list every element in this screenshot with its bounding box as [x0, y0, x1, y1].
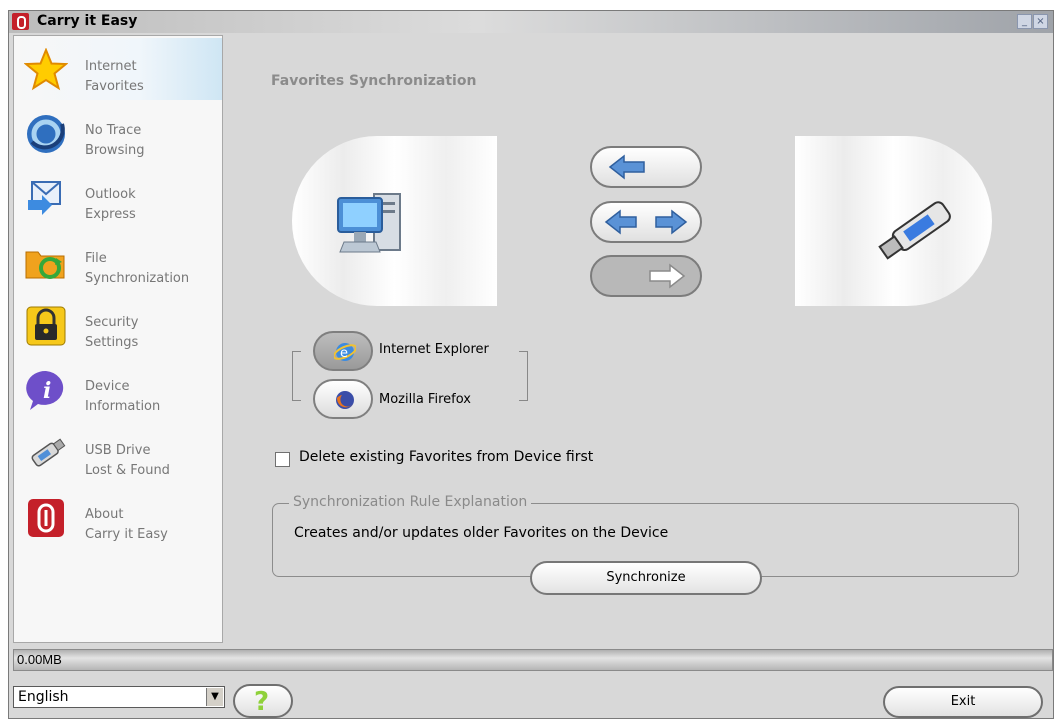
- sidebar-item-label: USB Drive Lost & Found: [85, 443, 170, 478]
- storage-progress-bar: 0.00MB: [13, 649, 1053, 671]
- info-icon: i: [26, 370, 64, 410]
- folder-sync-icon: [25, 251, 65, 279]
- sync-to-device-button[interactable]: [590, 255, 702, 297]
- language-select[interactable]: English ▼: [13, 686, 225, 708]
- delete-favorites-label: Delete existing Favorites from Device fi…: [299, 449, 594, 465]
- title-bar[interactable]: Carry it Easy _ ×: [9, 11, 1053, 33]
- browser-group-bracket-right: [519, 351, 528, 401]
- sidebar-item-label: Internet Favorites: [85, 59, 144, 94]
- sidebar-item-label: Security Settings: [85, 315, 139, 350]
- close-button[interactable]: ×: [1033, 14, 1048, 29]
- page-title: Favorites Synchronization: [271, 73, 477, 89]
- exit-button[interactable]: Exit: [883, 686, 1043, 718]
- padlock-icon: [26, 306, 66, 346]
- app-logo-icon: [28, 499, 64, 537]
- language-value: English: [18, 689, 69, 705]
- ie-icon: e: [334, 343, 356, 361]
- browser-group-bracket-left: [292, 351, 301, 401]
- sidebar-item-security-settings[interactable]: Security Settings: [14, 294, 222, 356]
- delete-favorites-checkbox[interactable]: [275, 452, 290, 467]
- browser-label-ie: Internet Explorer: [379, 342, 489, 357]
- help-button[interactable]: ?: [233, 684, 293, 718]
- svg-text:e: e: [340, 346, 348, 361]
- sidebar-item-no-trace-browsing[interactable]: No Trace Browsing: [14, 102, 222, 164]
- firefox-icon: [336, 391, 354, 409]
- sidebar-item-usb-drive-lost-found[interactable]: USB Drive Lost & Found: [14, 422, 222, 484]
- question-mark-icon: ?: [254, 687, 270, 717]
- sidebar-item-label: No Trace Browsing: [85, 123, 145, 158]
- sidebar-item-label: File Synchronization: [85, 251, 190, 286]
- app-window: Carry it Easy _ × Internet Favorites No …: [8, 10, 1054, 719]
- sidebar-item-outlook-express[interactable]: Outlook Express: [14, 166, 222, 228]
- svg-text:i: i: [43, 378, 51, 404]
- ie-toggle-button[interactable]: e: [313, 331, 373, 371]
- device-panel: [795, 136, 992, 306]
- star-icon: [24, 48, 68, 91]
- usb-stick-icon: [878, 201, 951, 260]
- rule-explanation-text: Creates and/or updates older Favorites o…: [294, 525, 669, 541]
- sidebar-item-about[interactable]: About Carry it Easy: [14, 486, 222, 548]
- chevron-down-icon[interactable]: ▼: [206, 688, 223, 706]
- computer-panel: [292, 136, 497, 306]
- sync-to-computer-button[interactable]: [590, 146, 702, 188]
- window-title: Carry it Easy: [37, 13, 138, 29]
- arrow-both-icon: [604, 209, 688, 235]
- app-logo-icon: [12, 13, 29, 30]
- no-trace-icon: [27, 115, 65, 153]
- storage-used-text: 0.00MB: [17, 652, 62, 667]
- sidebar-nav: Internet Favorites No Trace Browsing Out…: [13, 35, 223, 643]
- firefox-toggle-button[interactable]: [313, 379, 373, 419]
- arrow-right-icon: [649, 263, 686, 289]
- rule-explanation-legend: Synchronization Rule Explanation: [289, 494, 532, 510]
- sync-bidirectional-button[interactable]: [590, 201, 702, 243]
- computer-icon: [337, 193, 401, 253]
- minimize-button[interactable]: _: [1017, 14, 1032, 29]
- sidebar-item-file-synchronization[interactable]: File Synchronization: [14, 230, 222, 292]
- browser-label-firefox: Mozilla Firefox: [379, 392, 471, 407]
- usb-drive-icon: [31, 438, 66, 467]
- synchronize-button[interactable]: Synchronize: [530, 561, 762, 595]
- sidebar-item-label: Device Information: [85, 379, 161, 414]
- sidebar-item-device-information[interactable]: i Device Information: [14, 358, 222, 420]
- sidebar-item-label: About Carry it Easy: [85, 507, 168, 542]
- outlook-icon: [28, 181, 61, 215]
- sidebar-item-internet-favorites[interactable]: Internet Favorites: [14, 38, 222, 100]
- arrow-left-icon: [608, 154, 645, 180]
- sidebar-item-label: Outlook Express: [85, 187, 136, 222]
